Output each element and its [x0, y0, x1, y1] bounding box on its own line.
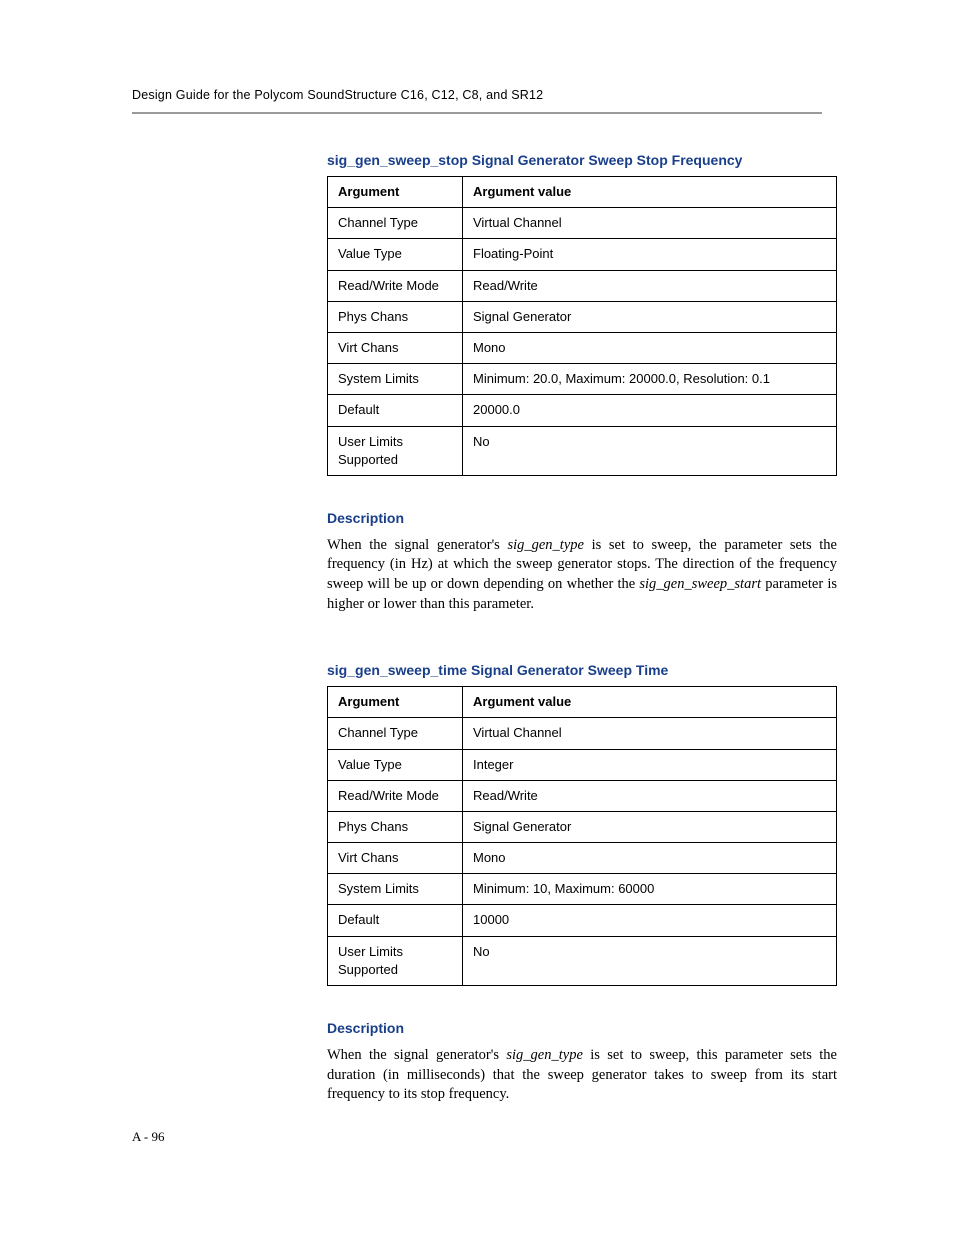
cell-val: Floating-Point — [463, 239, 837, 270]
table-row: Default20000.0 — [328, 395, 837, 426]
cell-val: Mono — [463, 843, 837, 874]
cell-arg: Channel Type — [328, 208, 463, 239]
cell-val: Read/Write — [463, 270, 837, 301]
header-rule — [132, 112, 822, 114]
col-header-value: Argument value — [463, 687, 837, 718]
cell-val: Integer — [463, 749, 837, 780]
cell-arg: Read/Write Mode — [328, 780, 463, 811]
table-header-row: Argument Argument value — [328, 177, 837, 208]
param-ref: sig_gen_type — [507, 537, 584, 553]
table-row: Virt ChansMono — [328, 843, 837, 874]
page: Design Guide for the Polycom SoundStruct… — [0, 0, 954, 1235]
table-row: System LimitsMinimum: 10, Maximum: 60000 — [328, 874, 837, 905]
cell-val: Read/Write — [463, 780, 837, 811]
table-row: Phys ChansSignal Generator — [328, 811, 837, 842]
param-ref: sig_gen_type — [506, 1047, 583, 1063]
table-row: Channel TypeVirtual Channel — [328, 718, 837, 749]
table-row: Value TypeFloating-Point — [328, 239, 837, 270]
cell-arg: Phys Chans — [328, 301, 463, 332]
running-header: Design Guide for the Polycom SoundStruct… — [132, 88, 822, 102]
cell-val: Signal Generator — [463, 301, 837, 332]
cell-arg: Channel Type — [328, 718, 463, 749]
table-row: Default10000 — [328, 905, 837, 936]
description-text: When the signal generator's sig_gen_type… — [327, 536, 837, 614]
text: When the signal generator's — [327, 537, 507, 553]
text: When the signal generator's — [327, 1047, 506, 1063]
table-row: Read/Write ModeRead/Write — [328, 780, 837, 811]
cell-arg: User Limits Supported — [328, 936, 463, 985]
cell-arg: Phys Chans — [328, 811, 463, 842]
cell-arg: User Limits Supported — [328, 426, 463, 475]
cell-arg: Virt Chans — [328, 332, 463, 363]
cell-val: No — [463, 426, 837, 475]
table-header-row: Argument Argument value — [328, 687, 837, 718]
cell-val: Mono — [463, 332, 837, 363]
cell-arg: System Limits — [328, 364, 463, 395]
param-table: Argument Argument value Channel TypeVirt… — [327, 686, 837, 986]
cell-arg: Default — [328, 905, 463, 936]
table-row: Virt ChansMono — [328, 332, 837, 363]
cell-val: Minimum: 20.0, Maximum: 20000.0, Resolut… — [463, 364, 837, 395]
page-number: A - 96 — [132, 1129, 165, 1145]
cell-arg: System Limits — [328, 874, 463, 905]
cell-arg: Value Type — [328, 239, 463, 270]
cell-arg: Value Type — [328, 749, 463, 780]
table-row: User Limits SupportedNo — [328, 936, 837, 985]
param-table: Argument Argument value Channel TypeVirt… — [327, 176, 837, 476]
col-header-argument: Argument — [328, 687, 463, 718]
cell-arg: Virt Chans — [328, 843, 463, 874]
param-ref: sig_gen_sweep_start — [639, 576, 761, 592]
table-row: System LimitsMinimum: 20.0, Maximum: 200… — [328, 364, 837, 395]
table-row: Value TypeInteger — [328, 749, 837, 780]
cell-val: Virtual Channel — [463, 718, 837, 749]
description-text: When the signal generator's sig_gen_type… — [327, 1046, 837, 1105]
cell-val: Signal Generator — [463, 811, 837, 842]
cell-val: Virtual Channel — [463, 208, 837, 239]
table-row: User Limits SupportedNo — [328, 426, 837, 475]
col-header-argument: Argument — [328, 177, 463, 208]
section-title: sig_gen_sweep_time Signal Generator Swee… — [327, 662, 837, 678]
table-row: Phys ChansSignal Generator — [328, 301, 837, 332]
col-header-value: Argument value — [463, 177, 837, 208]
cell-arg: Read/Write Mode — [328, 270, 463, 301]
table-row: Read/Write ModeRead/Write — [328, 270, 837, 301]
section-title: sig_gen_sweep_stop Signal Generator Swee… — [327, 152, 837, 168]
table-row: Channel TypeVirtual Channel — [328, 208, 837, 239]
description-heading: Description — [327, 1020, 837, 1036]
cell-val: Minimum: 10, Maximum: 60000 — [463, 874, 837, 905]
cell-val: 20000.0 — [463, 395, 837, 426]
description-heading: Description — [327, 510, 837, 526]
content-column: sig_gen_sweep_stop Signal Generator Swee… — [327, 152, 837, 1105]
cell-arg: Default — [328, 395, 463, 426]
section-gap — [327, 622, 837, 662]
cell-val: 10000 — [463, 905, 837, 936]
cell-val: No — [463, 936, 837, 985]
